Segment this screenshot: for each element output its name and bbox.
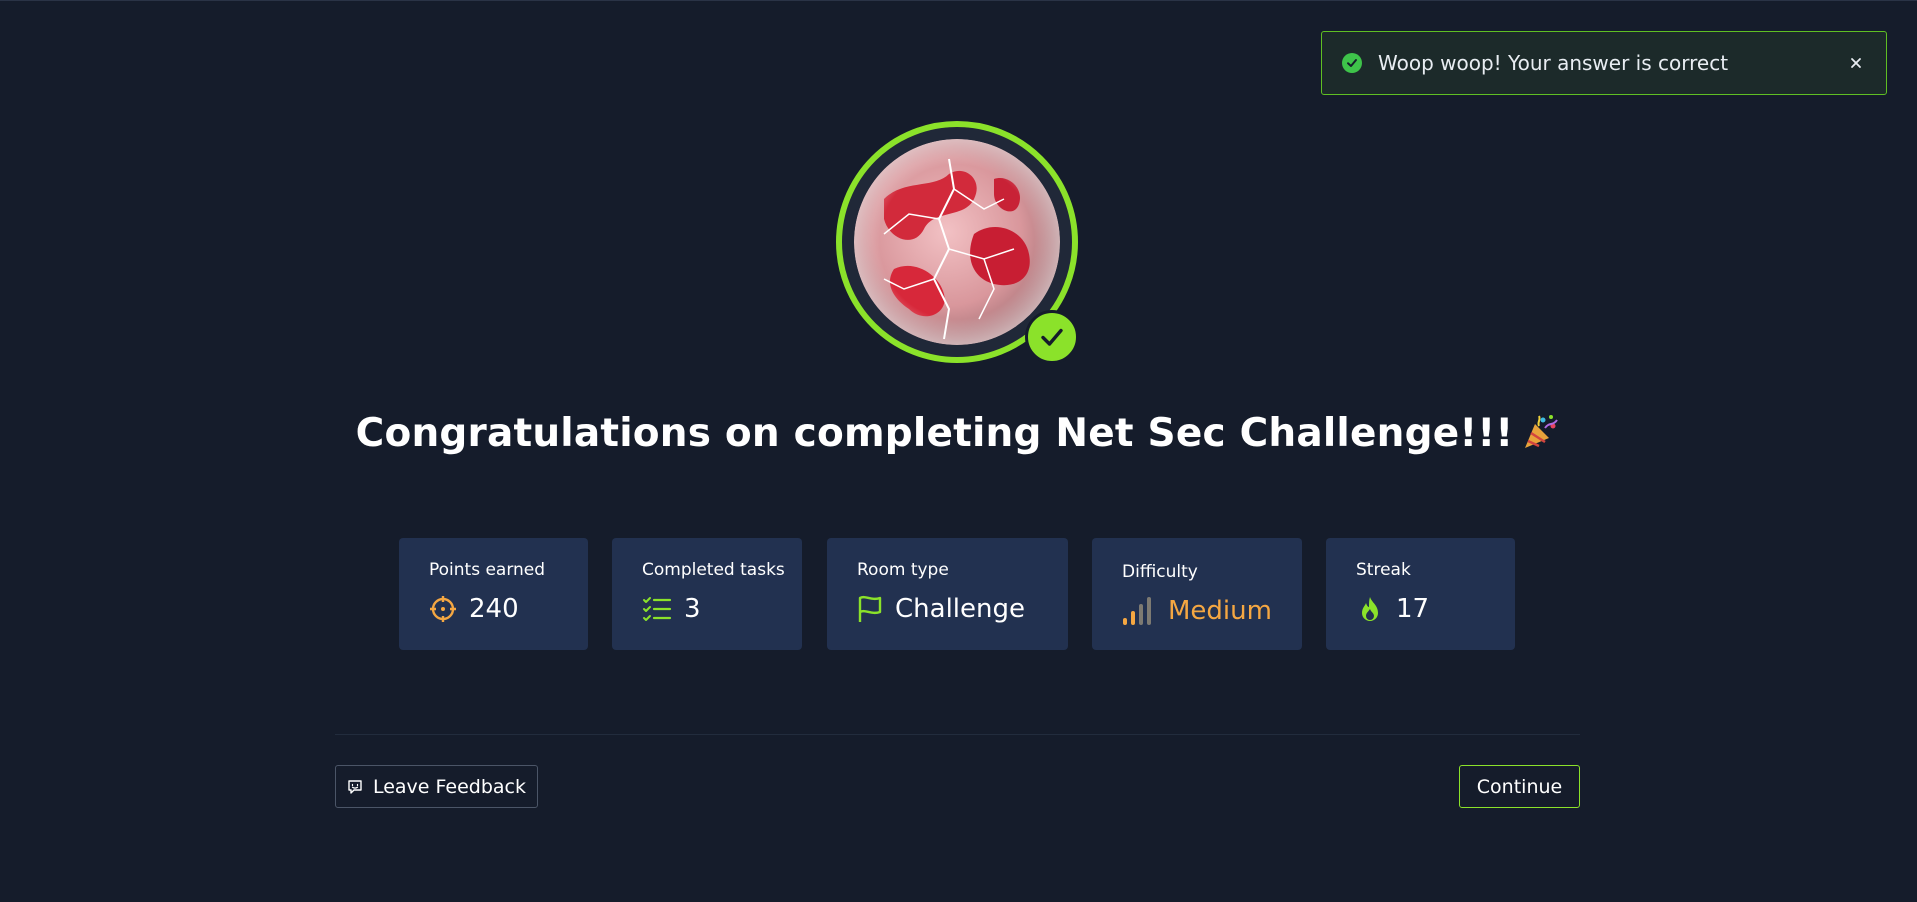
stat-label: Completed tasks — [642, 560, 785, 580]
signal-bars-icon — [1123, 597, 1151, 625]
close-icon — [1851, 58, 1861, 68]
flame-icon — [1362, 597, 1378, 621]
page-title: Congratulations on completing Net Sec Ch… — [0, 411, 1917, 462]
check-circle-icon — [1342, 53, 1362, 73]
stat-label: Points earned — [429, 560, 546, 580]
divider — [335, 734, 1580, 735]
continue-label: Continue — [1476, 775, 1563, 798]
stat-label: Streak — [1356, 560, 1411, 580]
toast-close-button[interactable] — [1844, 51, 1868, 75]
success-toast: Woop woop! Your answer is correct — [1321, 31, 1887, 95]
continue-button[interactable]: Continue — [1459, 765, 1580, 808]
feedback-icon — [348, 779, 362, 794]
stat-label: Room type — [857, 560, 949, 580]
stat-card-streak: Streak 17 — [1326, 538, 1515, 650]
room-logo — [854, 139, 1060, 345]
check-icon — [1041, 328, 1063, 346]
stat-value: 3 — [684, 594, 701, 624]
toast-message: Woop woop! Your answer is correct — [1378, 51, 1729, 75]
stat-card-points: Points earned 240 — [399, 538, 588, 650]
stat-label: Difficulty — [1122, 562, 1198, 582]
stat-value: Medium — [1168, 596, 1272, 626]
completed-check-badge — [1025, 310, 1079, 364]
room-badge — [836, 121, 1079, 364]
stat-value: 17 — [1396, 594, 1430, 624]
target-icon — [430, 596, 456, 622]
stat-card-tasks: Completed tasks 3 — [612, 538, 802, 650]
leave-feedback-button[interactable]: Leave Feedback — [335, 765, 538, 808]
stat-card-room-type: Room type Challenge — [827, 538, 1068, 650]
stat-value: Challenge — [895, 594, 1025, 624]
party-popper-icon — [1521, 412, 1561, 462]
flag-icon — [858, 595, 882, 622]
stat-card-difficulty: Difficulty Medium — [1092, 538, 1302, 650]
leave-feedback-label: Leave Feedback — [372, 775, 527, 798]
checklist-icon — [643, 597, 672, 621]
stat-value: 240 — [469, 594, 519, 624]
